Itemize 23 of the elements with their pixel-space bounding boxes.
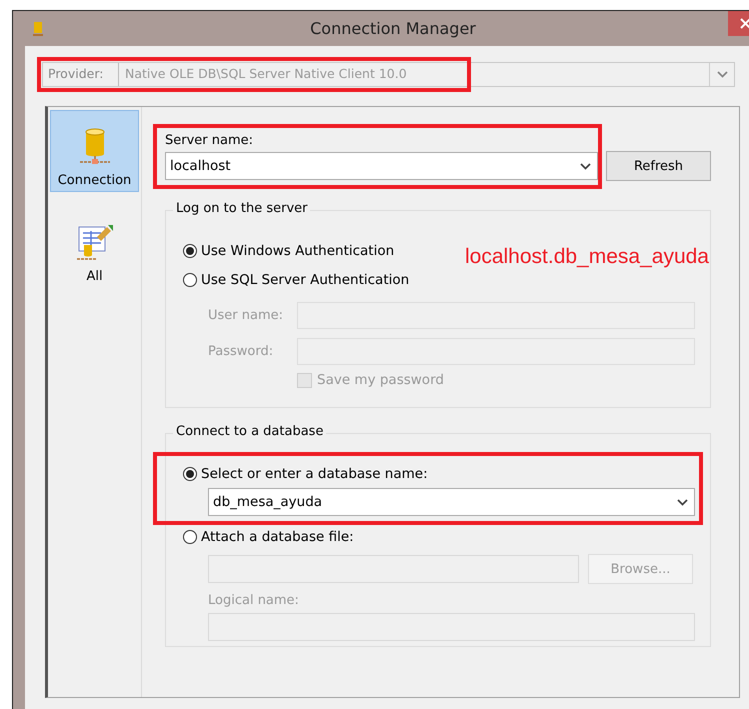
sidebar-item[interactable]: All: [50, 206, 139, 288]
window-title: Connection Manager: [309, 19, 477, 38]
provider-label: Provider:: [43, 63, 119, 86]
annotation-text: localhost.db_mesa_ayuda: [464, 245, 709, 269]
combo-value: db_mesa_ayuda: [213, 494, 324, 510]
provider-value: Native OLE DB\SQL Server Native Client 10.0: [124, 65, 408, 83]
refresh-button[interactable]: Refresh: [606, 151, 711, 181]
database-name-combo[interactable]: db_mesa_ayuda: [208, 488, 695, 516]
combo-value: localhost: [170, 158, 232, 174]
field-label: Password:: [208, 344, 274, 358]
properties-icon: [74, 223, 114, 263]
database-radio[interactable]: Select or enter a database name:: [183, 459, 710, 488]
database-icon: [78, 127, 112, 167]
database-radio[interactable]: Attach a database file:: [183, 522, 710, 551]
server-name-combo[interactable]: localhost: [165, 152, 598, 180]
logical-name-field[interactable]: [208, 613, 695, 641]
close-icon[interactable]: [740, 18, 749, 29]
server-name-label: Server name:: [165, 133, 254, 148]
sidebar-item[interactable]: Connection: [50, 110, 139, 192]
group-legend: Log on to the server: [173, 201, 310, 216]
field-label: User name:: [208, 308, 284, 322]
logical-name-label: Logical name:: [208, 593, 300, 608]
database-icon: [33, 20, 43, 36]
